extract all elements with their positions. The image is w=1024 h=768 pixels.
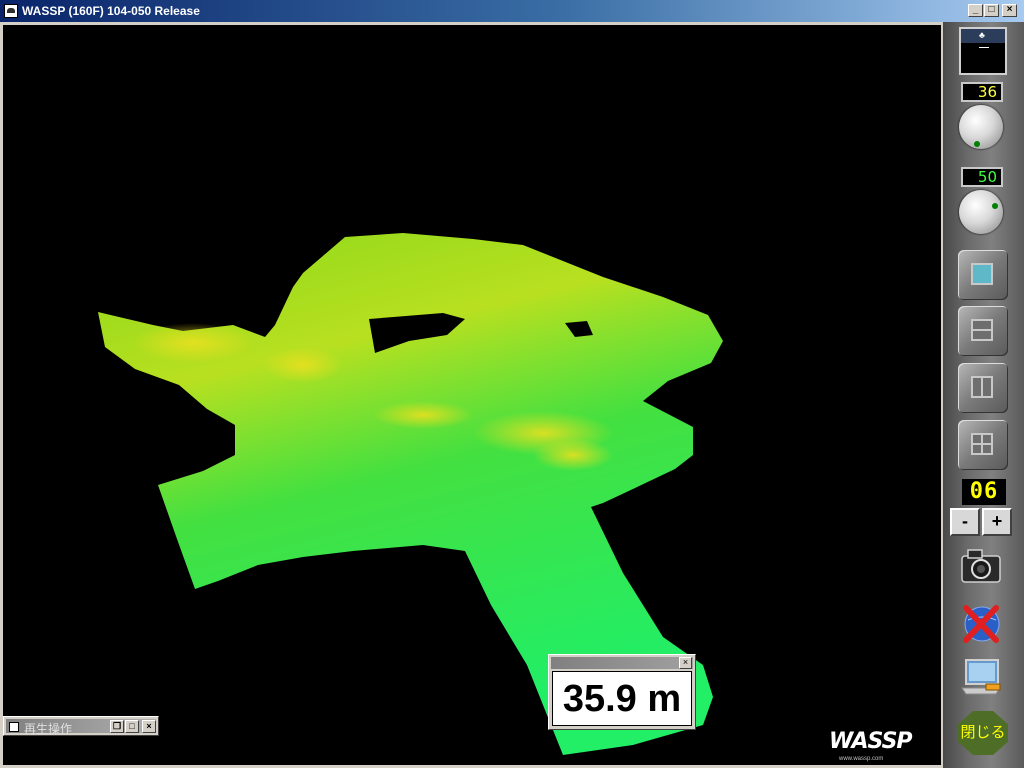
maximize-button[interactable]: □ <box>984 4 999 17</box>
wassp-url: www.wassp.com <box>839 756 884 762</box>
quad-split-icon <box>971 433 993 455</box>
decrement-button[interactable]: - <box>950 508 980 536</box>
vertical-split-layout-button[interactable] <box>958 363 1008 413</box>
camera-capture-button[interactable] <box>958 544 1004 588</box>
window-title: WASSP (160F) 104-050 Release <box>22 4 200 18</box>
depth-window-close-button[interactable]: × <box>679 657 692 669</box>
increment-button[interactable]: + <box>982 508 1012 536</box>
gain-knob[interactable] <box>959 105 1003 149</box>
single-view-layout-button[interactable] <box>958 250 1008 300</box>
gain-value-display: 36 <box>961 82 1003 102</box>
quad-split-layout-button[interactable] <box>958 420 1008 470</box>
boat-icon: ♣ <box>979 30 985 40</box>
mini-view-header: ♣ <box>961 29 1005 43</box>
playback-window-title: 再生操作 <box>24 722 73 736</box>
mini-view-line <box>979 47 989 48</box>
close-window-button[interactable]: × <box>1002 4 1017 17</box>
computer-icon <box>961 659 1001 695</box>
app-icon[interactable] <box>4 4 18 18</box>
counter-display: 06 <box>962 479 1006 505</box>
vertical-split-icon <box>971 376 993 398</box>
horizontal-split-layout-button[interactable] <box>958 306 1008 356</box>
title-bar: WASSP (160F) 104-050 Release _ □ × <box>0 0 1024 22</box>
range-knob-indicator <box>992 203 998 209</box>
disconnect-network-button[interactable] <box>958 600 1004 644</box>
depth-value: 35.9 m <box>552 671 692 726</box>
seafloor-3d-view[interactable]: WASSP www.wassp.com <box>3 25 941 765</box>
single-pane-icon <box>971 263 993 285</box>
playback-restore-button[interactable]: ❐ <box>110 720 124 733</box>
playback-window-icon <box>9 722 19 732</box>
gain-knob-indicator <box>974 141 980 147</box>
seafloor-terrain-render <box>98 233 723 755</box>
range-knob[interactable] <box>959 190 1003 234</box>
depth-window-titlebar[interactable]: × <box>551 657 693 669</box>
range-value-display: 50 <box>961 167 1003 187</box>
mini-view-thumbnail[interactable]: ♣ <box>959 27 1007 75</box>
playback-control-window[interactable]: 再生操作 ❐ □ × <box>3 716 159 736</box>
computer-settings-button[interactable] <box>958 656 1004 700</box>
playback-maximize-button[interactable]: □ <box>125 720 139 733</box>
wassp-logo: WASSP <box>829 729 913 754</box>
playback-close-button[interactable]: × <box>142 720 156 733</box>
playback-titlebar[interactable]: 再生操作 ❐ □ × <box>6 719 156 736</box>
depth-readout-window[interactable]: × 35.9 m <box>548 654 696 730</box>
horizontal-split-icon <box>971 319 993 341</box>
camera-icon <box>961 549 1001 583</box>
minimize-button[interactable]: _ <box>968 4 983 17</box>
globe-cross-icon <box>963 605 1000 643</box>
